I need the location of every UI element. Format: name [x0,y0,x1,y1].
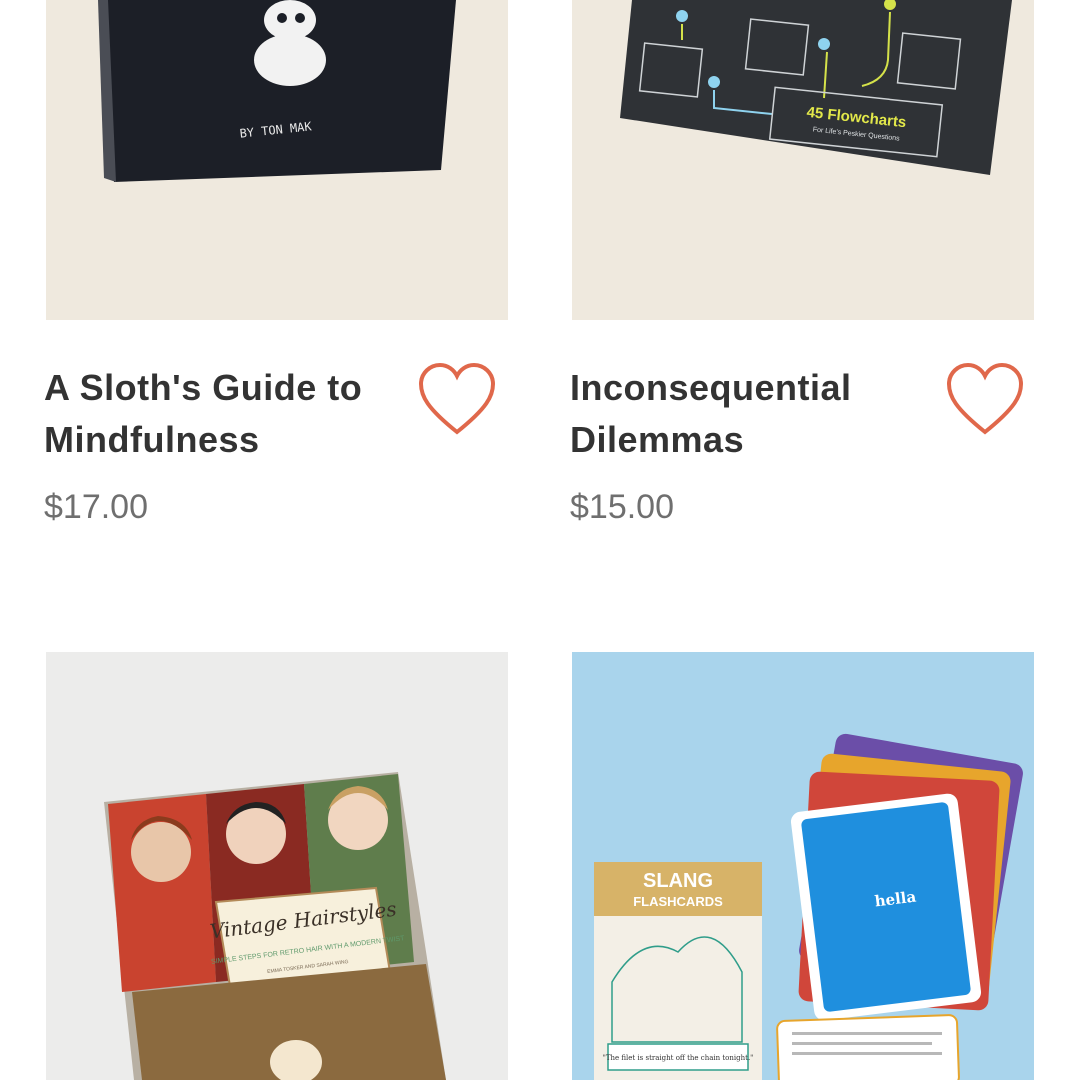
box-title-line1: SLANG [643,870,713,892]
product-image[interactable]: Vintage Hairstyles SIMPLE STEPS FOR RETR… [46,652,508,1080]
heart-outline-icon[interactable] [945,362,1025,438]
product-image[interactable]: hella SLANG FLASHCARDS "The filet is str… [572,652,1034,1080]
product-price: $15.00 [570,488,674,526]
product-price: $17.00 [44,488,148,526]
product-title[interactable]: Inconsequential Dilemmas [570,362,930,466]
product-title[interactable]: A Sloth's Guide to Mindfulness [44,362,404,466]
box-quote-text: "The filet is straight off the chain ton… [603,1054,754,1062]
product-image[interactable]: BY TON MAK [46,0,508,320]
box-title-line2: FLASHCARDS [633,894,723,909]
heart-outline-icon[interactable] [417,362,497,438]
product-image[interactable]: 45 Flowcharts For Life's Peskier Questio… [572,0,1034,320]
